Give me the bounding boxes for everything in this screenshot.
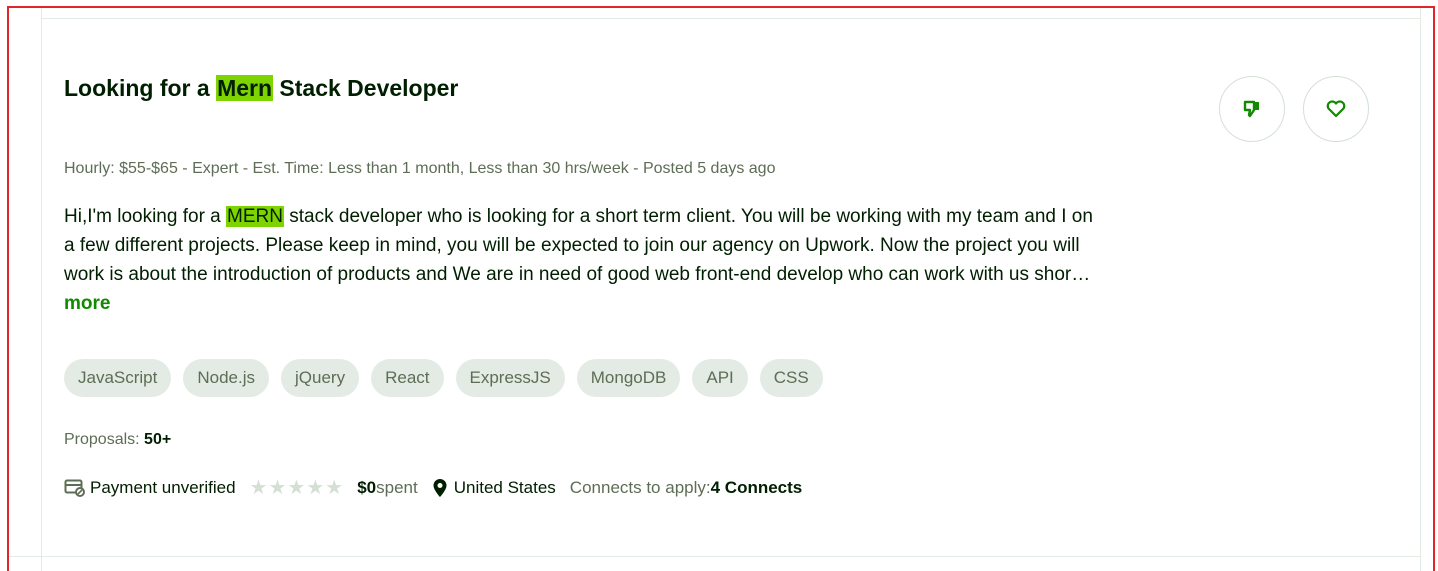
connects-label: Connects to apply:: [569, 478, 711, 497]
rate-label: Hourly:: [64, 160, 120, 177]
job-title-prefix: Looking for a: [64, 75, 217, 101]
client-spent: $0 spent: [357, 478, 418, 498]
card-bottom-divider: [9, 556, 1421, 557]
proposals: Proposals: 50+: [64, 430, 171, 450]
card-left-border: [41, 8, 42, 571]
client-rating: ★ ★ ★ ★ ★: [250, 478, 344, 498]
job-title-highlight: Mern: [216, 75, 274, 101]
description-highlight: MERN: [226, 206, 284, 227]
skill-tag[interactable]: JavaScript: [64, 359, 172, 397]
connects: Connects to apply: 4 Connects: [570, 478, 802, 498]
star-icon: ★: [287, 477, 306, 499]
job-description: Hi,I'm looking for a MERN stack develope…: [64, 202, 1374, 318]
spent-label: spent: [376, 478, 418, 497]
description-line-2: a few different projects. Please keep in…: [64, 235, 1080, 256]
skill-tag[interactable]: API: [692, 359, 748, 397]
connects-value: 4 Connects: [710, 478, 803, 497]
card-right-border: [1420, 8, 1421, 571]
skill-tag[interactable]: Node.js: [183, 359, 270, 397]
job-meta: Hourly: $55-$65 - Expert - Est. Time: Le…: [64, 159, 775, 179]
client-location: United States: [432, 478, 556, 498]
description-line-3: work is about the introduction of produc…: [64, 264, 1091, 285]
job-title-suffix: Stack Developer: [273, 75, 459, 101]
card-top-divider: [41, 18, 1421, 19]
skill-tag[interactable]: CSS: [759, 359, 823, 397]
client-info: Payment unverified ★ ★ ★ ★ ★ $0 spent Un…: [64, 476, 802, 500]
description-line-1: Hi,I'm looking for a MERN stack develope…: [64, 202, 1374, 231]
description-text: Hi,I'm looking for a: [64, 206, 227, 227]
description-text: stack developer who is looking for a sho…: [283, 206, 1093, 227]
client-country: United States: [453, 478, 556, 497]
payment-status-label: Payment unverified: [90, 478, 236, 497]
skill-tag[interactable]: jQuery: [281, 359, 360, 397]
star-icon: ★: [268, 477, 287, 499]
location-pin-icon: [433, 479, 447, 497]
spent-value: $0: [357, 478, 377, 497]
payment-status: Payment unverified: [64, 478, 236, 498]
skill-tag[interactable]: React: [371, 359, 444, 397]
rate-value: $55-$65: [119, 160, 178, 177]
skill-tags: JavaScript Node.js jQuery React ExpressJ…: [64, 359, 823, 397]
proposals-label: Proposals:: [64, 431, 145, 448]
skill-tag[interactable]: ExpressJS: [455, 359, 565, 397]
payment-card-icon: [64, 479, 85, 497]
thumbs-down-icon: [1243, 100, 1259, 118]
skill-tag[interactable]: MongoDB: [576, 359, 681, 397]
heart-icon: [1326, 100, 1346, 118]
star-icon: ★: [306, 477, 325, 499]
star-icon: ★: [325, 477, 344, 499]
job-title[interactable]: Looking for a Mern Stack Developer: [64, 74, 458, 102]
dislike-button[interactable]: [1219, 76, 1285, 142]
proposals-value: 50+: [144, 431, 172, 448]
more-link[interactable]: more: [64, 289, 1374, 318]
job-meta-details: - Expert - Est. Time: Less than 1 month,…: [177, 160, 776, 177]
star-icon: ★: [249, 477, 268, 499]
save-job-button[interactable]: [1303, 76, 1369, 142]
